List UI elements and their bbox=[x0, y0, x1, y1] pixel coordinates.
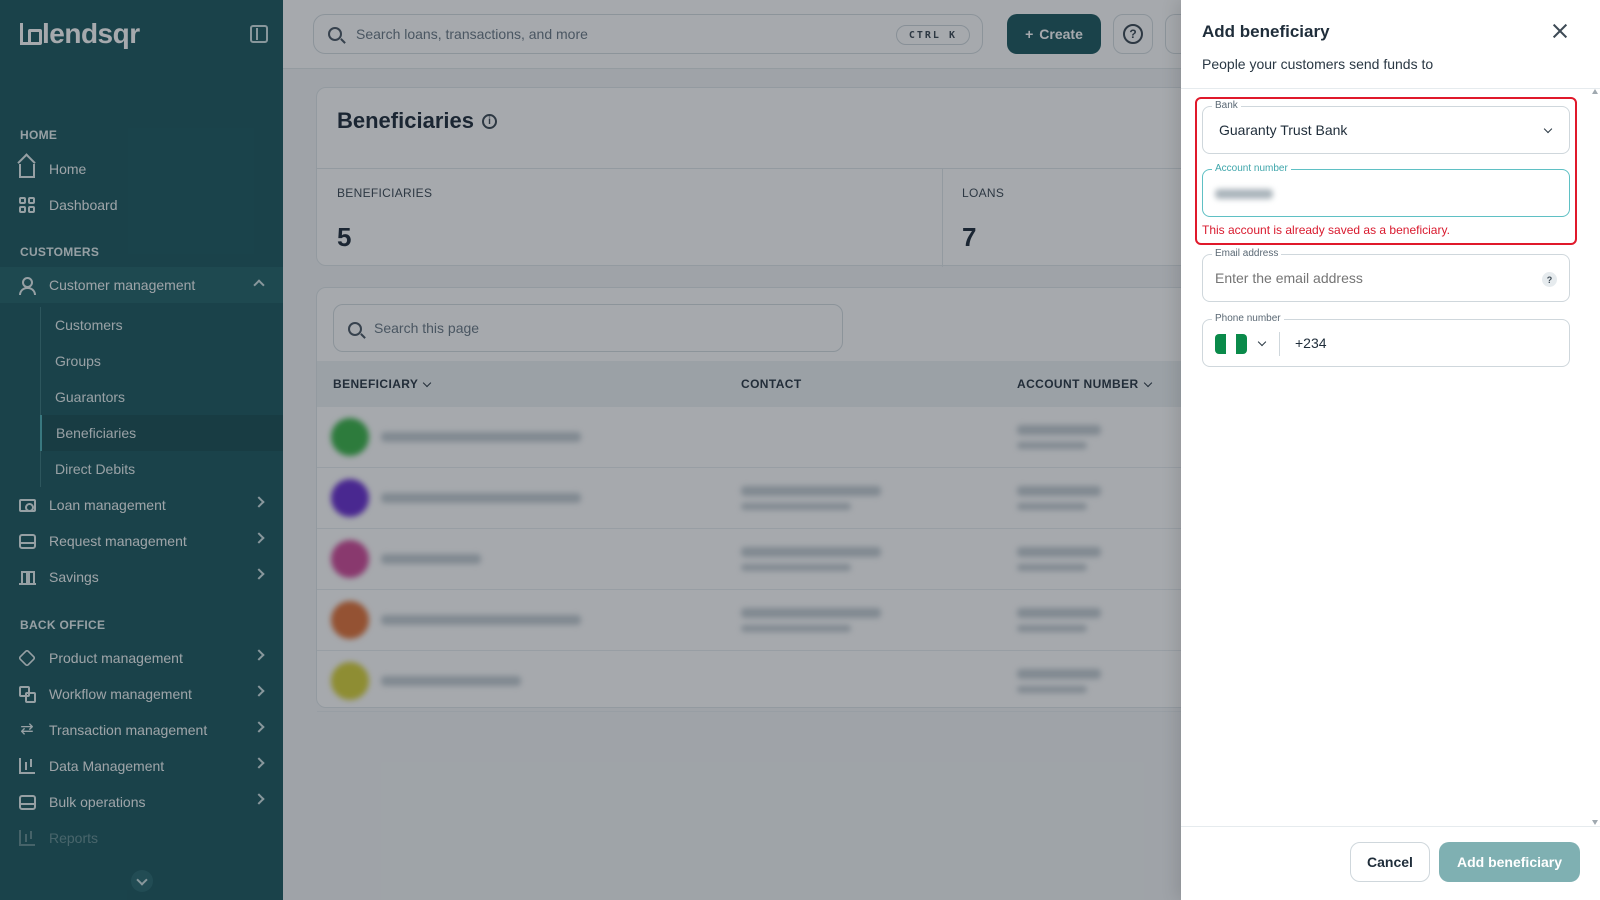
phone-number-field[interactable]: Phone number +234 bbox=[1202, 313, 1570, 367]
panel-title: Add beneficiary bbox=[1202, 22, 1330, 41]
divider bbox=[1181, 826, 1600, 827]
divider bbox=[1279, 332, 1280, 356]
account-number-value-redacted bbox=[1215, 189, 1273, 199]
panel-subtitle: People your customers send funds to bbox=[1202, 56, 1434, 72]
cancel-button[interactable]: Cancel bbox=[1350, 842, 1430, 882]
account-number-error: This account is already saved as a benef… bbox=[1202, 223, 1450, 237]
add-beneficiary-panel: Add beneficiary People your customers se… bbox=[1181, 0, 1600, 900]
close-icon[interactable] bbox=[1551, 22, 1569, 40]
chevron-down-icon[interactable] bbox=[1257, 337, 1267, 347]
email-input[interactable] bbox=[1215, 270, 1525, 286]
nigeria-flag-icon[interactable] bbox=[1215, 334, 1247, 354]
email-field-label: Email address bbox=[1212, 248, 1282, 259]
phone-number-label: Phone number bbox=[1212, 313, 1284, 324]
bank-select[interactable]: Bank Guaranty Trust Bank bbox=[1202, 100, 1570, 154]
divider bbox=[1181, 88, 1600, 89]
account-number-label: Account number bbox=[1212, 163, 1291, 174]
bank-select-value: Guaranty Trust Bank bbox=[1219, 122, 1348, 138]
email-field[interactable]: Email address ? bbox=[1202, 248, 1570, 302]
add-beneficiary-button[interactable]: Add beneficiary bbox=[1439, 842, 1580, 882]
phone-country-code[interactable]: +234 bbox=[1295, 335, 1327, 351]
modal-backdrop[interactable] bbox=[0, 0, 1181, 900]
panel-scrollbar[interactable] bbox=[1591, 89, 1600, 825]
scroll-down-arrow-icon[interactable] bbox=[1592, 820, 1598, 825]
scroll-up-arrow-icon[interactable] bbox=[1592, 89, 1598, 94]
bank-select-label: Bank bbox=[1212, 100, 1241, 111]
account-number-field[interactable]: Account number bbox=[1202, 163, 1570, 217]
chevron-down-icon bbox=[1543, 124, 1553, 134]
help-icon[interactable]: ? bbox=[1542, 272, 1557, 287]
